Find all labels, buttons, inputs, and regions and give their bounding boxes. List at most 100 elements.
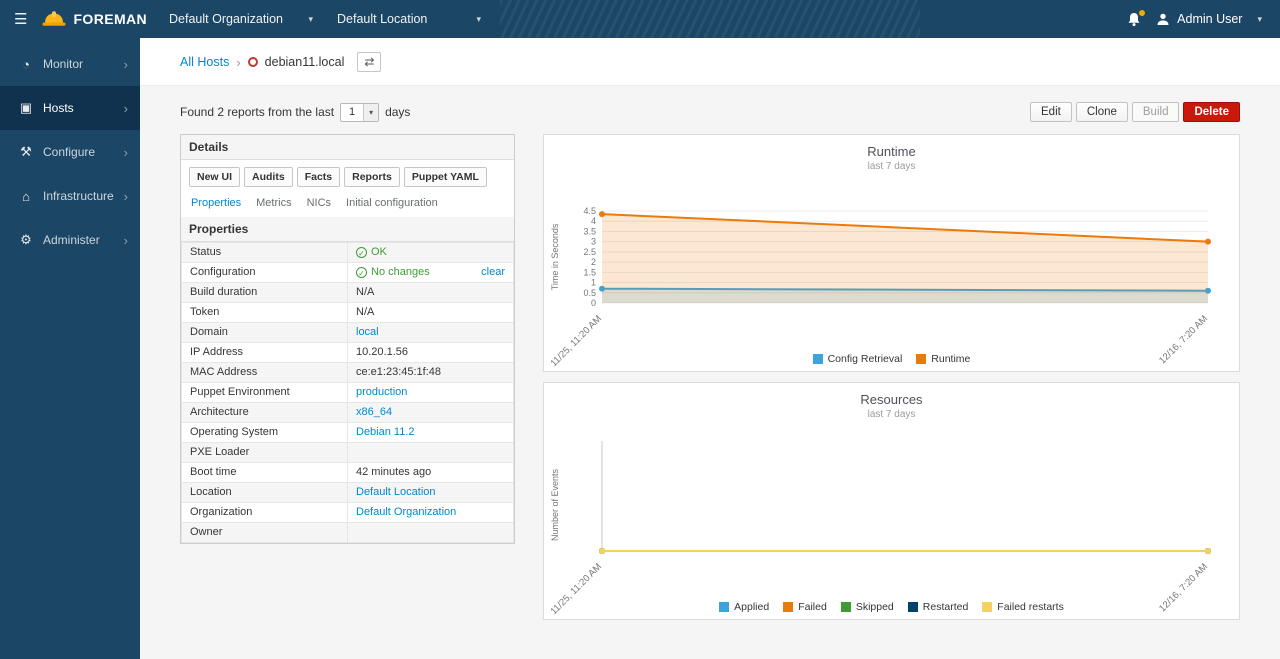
legend-item-restarted[interactable]: Restarted (908, 601, 969, 613)
chart-subtitle: last 7 days (544, 160, 1239, 173)
ui-switcher-toggle[interactable]: ⇄ (357, 52, 381, 72)
user-icon (1156, 12, 1170, 26)
report-summary: Found 2 reports from the last 1 ▾ days (180, 103, 410, 122)
notification-badge (1139, 10, 1145, 16)
puppet-environment-link[interactable]: production (356, 386, 407, 398)
chart-canvas: 00.511.522.533.544.5Time in Seconds11/25… (544, 173, 1239, 369)
details-button-puppet-yaml[interactable]: Puppet YAML (404, 167, 487, 187)
breadcrumb-all-hosts-link[interactable]: All Hosts (180, 55, 229, 69)
legend-label: Failed restarts (997, 601, 1064, 613)
chart-title: Runtime (544, 144, 1239, 160)
host-actions: Edit Clone Build Delete (1030, 102, 1240, 122)
location-label: Default Location (337, 12, 427, 26)
host-status-icon (248, 57, 258, 67)
property-value: production (348, 383, 514, 403)
property-row-organization: OrganizationDefault Organization (182, 503, 514, 523)
chart-title: Resources (544, 392, 1239, 408)
location-selector[interactable]: Default Location ▾ (325, 0, 493, 38)
property-value: 10.20.1.56 (348, 343, 514, 363)
sidebar-item-monitor[interactable]: ◔Monitor› (0, 42, 140, 86)
chevron-right-icon: › (124, 101, 128, 116)
properties-header: Properties (181, 217, 514, 242)
legend-item-applied[interactable]: Applied (719, 601, 769, 613)
sidebar-item-administer[interactable]: ⚙ Administer › (0, 218, 140, 262)
legend-label: Config Retrieval (828, 353, 903, 365)
svg-text:2.5: 2.5 (583, 247, 596, 257)
details-buttons-row: New UIAuditsFactsReportsPuppet YAML (181, 160, 514, 193)
domain-link[interactable]: local (356, 326, 379, 338)
sidebar-item-label: Administer (43, 233, 100, 247)
svg-text:4.5: 4.5 (583, 206, 596, 216)
property-value: Default Organization (348, 503, 514, 523)
legend-item-config-retrieval[interactable]: Config Retrieval (813, 353, 903, 365)
report-text-suffix: days (385, 105, 410, 119)
property-label: Puppet Environment (182, 383, 348, 403)
sidebar-item-infrastructure[interactable]: ⌂Infrastructure› (0, 174, 140, 218)
chevron-down-icon: ▾ (477, 14, 482, 25)
svg-text:0: 0 (591, 298, 596, 308)
build-button[interactable]: Build (1132, 102, 1180, 122)
legend-swatch (982, 602, 992, 612)
edit-button[interactable]: Edit (1030, 102, 1072, 122)
foreman-logo[interactable]: FOREMAN (41, 10, 147, 28)
legend-item-failed[interactable]: Failed (783, 601, 827, 613)
administer-icon: ⚙ (16, 232, 36, 248)
legend-label: Restarted (923, 601, 969, 613)
details-button-reports[interactable]: Reports (344, 167, 400, 187)
property-label: Boot time (182, 463, 348, 483)
charts-column: Runtime last 7 days 00.511.522.533.544.5… (543, 134, 1240, 620)
property-value: local (348, 323, 514, 343)
clone-button[interactable]: Clone (1076, 102, 1128, 122)
sidebar-item-hosts[interactable]: ▣Hosts› (0, 86, 140, 130)
property-label: Token (182, 303, 348, 323)
tab-nics[interactable]: NICs (307, 197, 331, 209)
chevron-right-icon: › (124, 57, 128, 72)
details-button-audits[interactable]: Audits (244, 167, 293, 187)
resources-chart-card: Resources last 7 days Number of Events11… (543, 382, 1240, 620)
location-link[interactable]: Default Location (356, 486, 436, 498)
sidebar-item-label: Infrastructure (43, 189, 114, 203)
property-label: Build duration (182, 283, 348, 303)
organization-link[interactable]: Default Organization (356, 506, 456, 518)
details-button-new-ui[interactable]: New UI (189, 167, 240, 187)
tab-metrics[interactable]: Metrics (256, 197, 291, 209)
chevron-right-icon: › (124, 233, 128, 248)
property-row-ip-address: IP Address10.20.1.56 (182, 343, 514, 363)
tab-initial-configuration[interactable]: Initial configuration (346, 197, 438, 209)
architecture-link[interactable]: x86_64 (356, 406, 392, 418)
property-label: Location (182, 483, 348, 503)
svg-text:2: 2 (591, 257, 596, 267)
main-content: All Hosts › debian11.local ⇄ Found 2 rep… (140, 38, 1280, 659)
legend-label: Runtime (931, 353, 970, 365)
legend-swatch (841, 602, 851, 612)
ok-status-icon: ✓ (356, 267, 367, 278)
property-value: N/A (348, 303, 514, 323)
status-text: OK (371, 246, 387, 258)
svg-text:4: 4 (591, 216, 596, 226)
sidebar-item-configure[interactable]: ⚒Configure› (0, 130, 140, 174)
property-row-configuration: Configuration✓No changesclear (182, 263, 514, 283)
details-header: Details (181, 135, 514, 160)
delete-button[interactable]: Delete (1183, 102, 1240, 122)
clear-link[interactable]: clear (481, 266, 505, 279)
legend-swatch (908, 602, 918, 612)
legend-item-runtime[interactable]: Runtime (916, 353, 970, 365)
tab-properties[interactable]: Properties (191, 197, 241, 209)
legend-item-failed-restarts[interactable]: Failed restarts (982, 601, 1064, 613)
user-menu[interactable]: Admin User ▾ (1156, 12, 1262, 26)
legend-item-skipped[interactable]: Skipped (841, 601, 894, 613)
property-row-mac-address: MAC Addressce:e1:23:45:1f:48 (182, 363, 514, 383)
organization-selector[interactable]: Default Organization ▾ (157, 0, 325, 38)
operating-system-link[interactable]: Debian 11.2 (356, 426, 415, 438)
value-text: N/A (356, 306, 374, 318)
details-button-facts[interactable]: Facts (297, 167, 340, 187)
chevron-down-icon: ▾ (1257, 14, 1262, 25)
chevron-down-icon: ▾ (363, 104, 378, 121)
legend-swatch (719, 602, 729, 612)
report-days-select[interactable]: 1 ▾ (340, 103, 379, 122)
property-value: ✓No changesclear (348, 263, 514, 283)
property-label: IP Address (182, 343, 348, 363)
notifications-bell-icon[interactable] (1126, 12, 1142, 27)
hamburger-menu-icon[interactable]: ☰ (0, 10, 41, 28)
chart-legend: Applied Failed Skipped Restarted Failed rest… (544, 601, 1239, 613)
